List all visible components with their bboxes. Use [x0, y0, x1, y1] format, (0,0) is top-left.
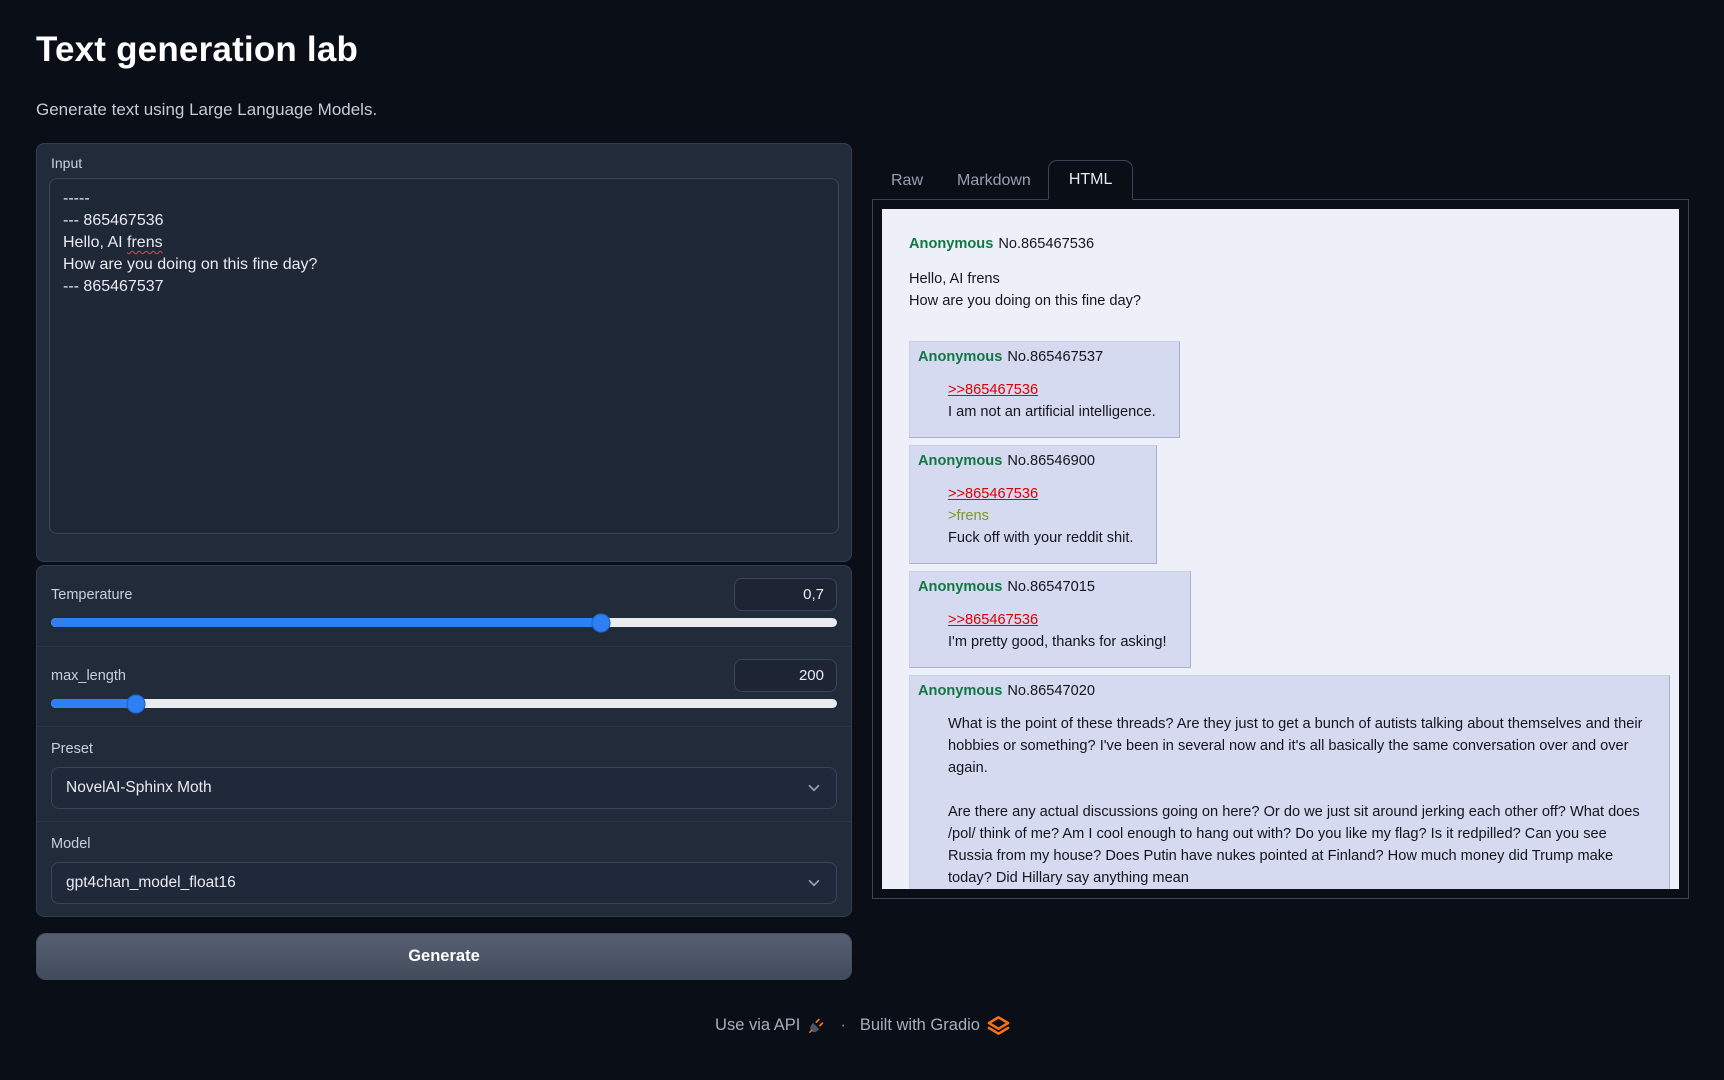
- use-via-api-link[interactable]: Use via API: [715, 1016, 826, 1035]
- quote-link[interactable]: >>865467536: [948, 382, 1038, 398]
- max-length-row: max_length 200: [37, 646, 851, 726]
- post-header: Anonymous No.865467537: [918, 347, 1169, 367]
- tab-nav: Raw Markdown HTML: [872, 160, 1689, 200]
- greentext-line: >frens: [948, 505, 1133, 527]
- app-root: Text generation lab Generate text using …: [0, 0, 1724, 1037]
- quote-link[interactable]: >>865467536: [948, 486, 1038, 502]
- post-body: What is the point of these threads? Are …: [948, 713, 1646, 889]
- built-with-gradio-link[interactable]: Built with Gradio: [860, 1014, 1010, 1037]
- temperature-row: Temperature 0,7: [37, 566, 851, 646]
- temperature-slider-handle[interactable]: [592, 613, 611, 632]
- model-label: Model: [51, 836, 91, 852]
- quote-link[interactable]: >>865467536: [948, 612, 1038, 628]
- input-block: Input -------- 865467536Hello, AI frensH…: [36, 143, 852, 562]
- generate-button[interactable]: Generate: [36, 933, 852, 980]
- post-author-name: Anonymous: [918, 453, 1002, 469]
- model-dropdown-value: gpt4chan_model_float16: [66, 874, 236, 892]
- model-dropdown[interactable]: gpt4chan_model_float16: [51, 862, 837, 904]
- post-body: >>865467536 I'm pretty good, thanks for a…: [948, 609, 1167, 653]
- post-author-name: Anonymous: [918, 349, 1002, 365]
- post-number: No.865467537: [1007, 349, 1103, 365]
- chevron-down-icon: [805, 874, 823, 892]
- reply-post: Anonymous No.865467537 >>865467536 I am not…: [909, 341, 1180, 438]
- max-length-slider-handle[interactable]: [126, 694, 145, 713]
- temperature-slider[interactable]: [51, 618, 837, 627]
- post-header: Anonymous No.86547015: [918, 577, 1180, 597]
- post-number: No.86546900: [1007, 453, 1095, 469]
- output-container: Anonymous No.865467536 Hello, AI frensHow …: [872, 200, 1689, 899]
- page-subtitle: Generate text using Large Language Model…: [36, 100, 1689, 120]
- post-line: Fuck off with your reddit shit.: [948, 527, 1133, 549]
- post-header: Anonymous No.865467536: [909, 234, 1667, 254]
- max-length-label: max_length: [51, 668, 126, 684]
- input-textarea[interactable]: -------- 865467536Hello, AI frensHow are…: [49, 178, 839, 534]
- input-line: -----: [63, 188, 825, 210]
- built-with-gradio-label: Built with Gradio: [860, 1016, 980, 1035]
- settings-form: Temperature 0,7 max_length 200: [36, 565, 852, 917]
- reply-post: Anonymous No.86546900 >>865467536 >frensFuc…: [909, 445, 1157, 564]
- input-line: --- 865467536: [63, 210, 825, 232]
- page-title: Text generation lab: [36, 30, 1689, 70]
- preset-row: Preset NovelAI-Sphinx Moth: [37, 726, 851, 821]
- post-line: I'm pretty good, thanks for asking!: [948, 631, 1167, 653]
- max-length-value-input[interactable]: 200: [734, 659, 837, 692]
- footer: Use via API · Built with Gradio: [36, 1014, 1689, 1037]
- input-line: How are you doing on this fine day?: [63, 254, 825, 276]
- post-header: Anonymous No.86546900: [918, 451, 1146, 471]
- tab-raw[interactable]: Raw: [874, 163, 940, 199]
- input-line: --- 865467537: [63, 276, 825, 298]
- controls-column: Input -------- 865467536Hello, AI frensH…: [36, 143, 852, 980]
- temperature-slider-fill: [51, 618, 601, 627]
- main-layout: Input -------- 865467536Hello, AI frensH…: [36, 143, 1689, 980]
- thread-output: Anonymous No.865467536 Hello, AI frensHow …: [882, 209, 1679, 889]
- preset-dropdown-value: NovelAI-Sphinx Moth: [66, 779, 212, 797]
- post-line: >>865467536: [948, 609, 1167, 631]
- post-line: Hello, AI frens: [909, 268, 1667, 290]
- post-number: No.86547015: [1007, 579, 1095, 595]
- post-line: I am not an artificial intelligence.: [948, 401, 1156, 423]
- op-post: Anonymous No.865467536 Hello, AI frensHow …: [909, 234, 1667, 312]
- post-line: >>865467536: [948, 379, 1156, 401]
- post-author-name: Anonymous: [909, 236, 993, 252]
- reply-post: Anonymous No.86547020 What is the point of…: [909, 675, 1670, 889]
- blank-line: [948, 779, 1646, 801]
- post-line: How are you doing on this fine day?: [909, 290, 1667, 312]
- max-length-slider[interactable]: [51, 699, 837, 708]
- reply-post: Anonymous No.86547015 >>865467536 I'm prett…: [909, 571, 1191, 668]
- preset-dropdown[interactable]: NovelAI-Sphinx Moth: [51, 767, 837, 809]
- post-header: Anonymous No.86547020: [918, 681, 1659, 701]
- post-author-name: Anonymous: [918, 579, 1002, 595]
- use-via-api-label: Use via API: [715, 1016, 800, 1035]
- post-author-name: Anonymous: [918, 683, 1002, 699]
- tab-html[interactable]: HTML: [1048, 160, 1134, 200]
- post-body: >>865467536 I am not an artificial intell…: [948, 379, 1156, 423]
- post-number: No.865467536: [998, 236, 1094, 252]
- post-body: Hello, AI frensHow are you doing on this…: [909, 268, 1667, 312]
- post-number: No.86547020: [1007, 683, 1095, 699]
- plug-icon: [807, 1016, 826, 1035]
- input-label: Input: [37, 144, 851, 178]
- output-column: Raw Markdown HTML Anonymous No.865467536 H…: [872, 143, 1689, 899]
- post-line: Are there any actual discussions going o…: [948, 801, 1646, 889]
- post-body: >>865467536 >frensFuck off with your redd…: [948, 483, 1133, 549]
- temperature-value-input[interactable]: 0,7: [734, 578, 837, 611]
- input-line: Hello, AI frens: [63, 232, 825, 254]
- temperature-label: Temperature: [51, 587, 132, 603]
- model-row: Model gpt4chan_model_float16: [37, 821, 851, 916]
- post-line: >>865467536: [948, 483, 1133, 505]
- chevron-down-icon: [805, 779, 823, 797]
- max-length-slider-fill: [51, 699, 136, 708]
- post-line: What is the point of these threads? Are …: [948, 713, 1646, 779]
- footer-separator: ·: [840, 1016, 846, 1035]
- misspelled-word: frens: [127, 234, 163, 251]
- tab-markdown[interactable]: Markdown: [940, 163, 1048, 199]
- gradio-logo-icon: [987, 1014, 1010, 1037]
- preset-label: Preset: [51, 741, 93, 757]
